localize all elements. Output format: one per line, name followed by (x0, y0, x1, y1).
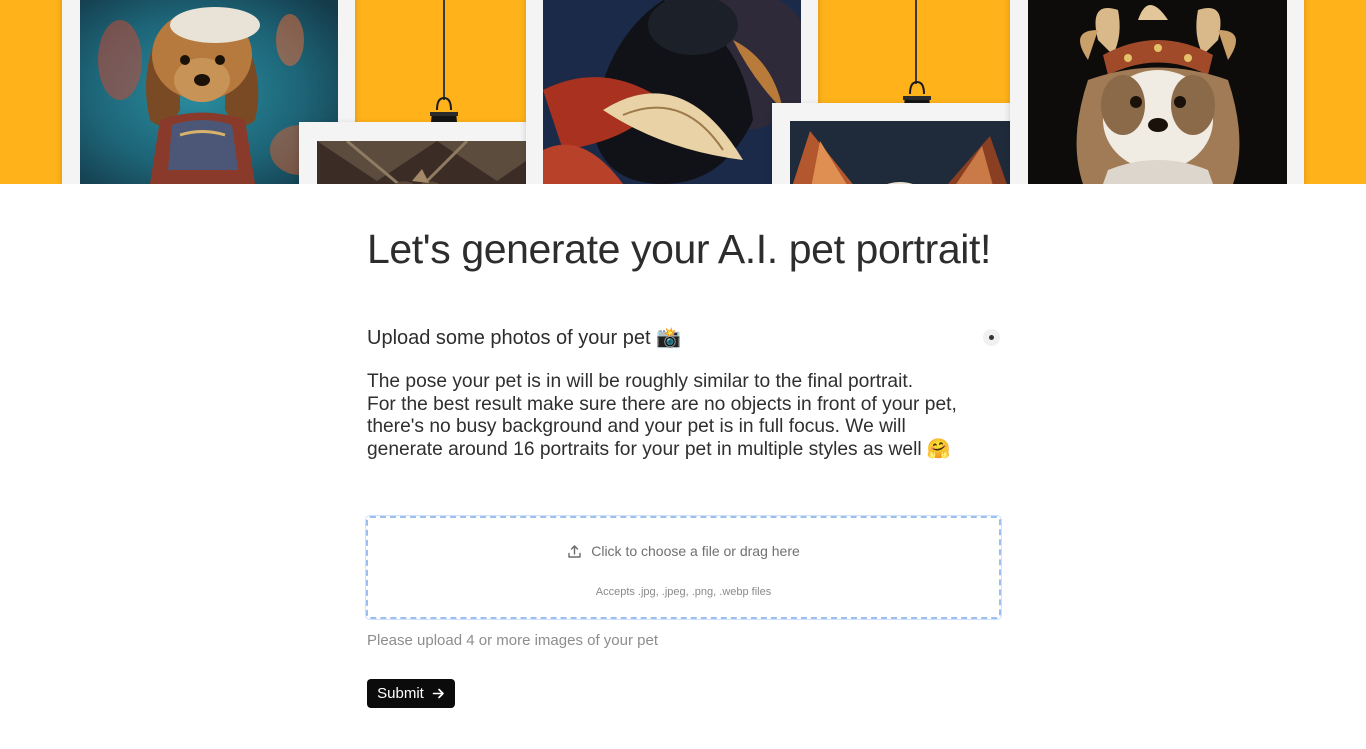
submit-button[interactable]: Submit (367, 679, 455, 708)
camera-flash-icon: 📸 (656, 327, 681, 349)
arrow-right-icon (432, 687, 445, 700)
upload-description: The pose your pet is in will be roughly … (367, 371, 1007, 461)
description-line: For the best result make sure there are … (367, 393, 957, 415)
submit-label: Submit (377, 685, 424, 702)
hero-image-2 (317, 141, 526, 184)
hanging-string-1 (443, 0, 445, 100)
description-line: The pose your pet is in will be roughly … (367, 371, 914, 392)
upload-icon (567, 544, 582, 559)
hero-image-3 (543, 0, 801, 184)
dot-icon (989, 335, 994, 340)
description-line: there's no busy background and your pet … (367, 416, 906, 438)
hero-frame-2 (299, 122, 526, 184)
hero-frame-5 (1010, 0, 1304, 184)
hanging-string-2 (915, 0, 917, 84)
options-dot-button[interactable] (983, 329, 1000, 346)
hero-image-5 (1028, 0, 1287, 184)
file-dropzone[interactable]: Click to choose a file or drag here Acce… (366, 516, 1001, 619)
hero-frame-4 (772, 103, 1010, 184)
upload-hint: Please upload 4 or more images of your p… (367, 632, 658, 649)
page-title: Let's generate your A.I. pet portrait! (367, 226, 991, 272)
upload-heading-text: Upload some photos of your pet (367, 327, 651, 349)
upload-heading: Upload some photos of your pet 📸 (367, 325, 681, 350)
dropzone-prompt: Click to choose a file or drag here (368, 543, 999, 559)
dropzone-label: Click to choose a file or drag here (591, 543, 800, 559)
description-line: generate around 16 portraits for your pe… (367, 438, 951, 460)
hero-banner (0, 0, 1366, 184)
dropzone-accepted-types: Accepts .jpg, .jpeg, .png, .webp files (595, 586, 772, 598)
hero-image-4 (790, 121, 1010, 184)
